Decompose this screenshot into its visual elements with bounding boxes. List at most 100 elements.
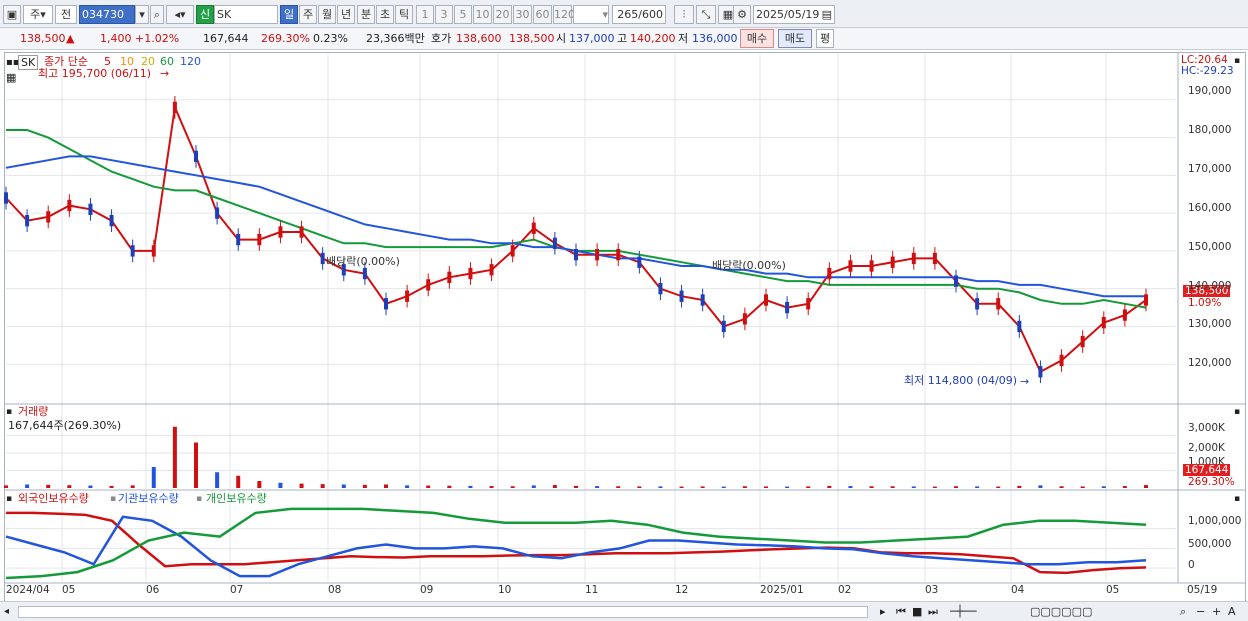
interval-60[interactable]: 60	[533, 5, 552, 24]
minus-icon[interactable]: −	[1196, 605, 1205, 618]
up-arrow-icon: ▲	[66, 32, 75, 45]
bid-value: 138,600	[456, 32, 502, 45]
speaker-icon[interactable]: ◂▾	[166, 5, 194, 24]
low-note: 최저 114,800 (04/09)	[904, 374, 1018, 387]
candle-icon[interactable]: ⫶	[674, 5, 694, 24]
bid-label: 호가	[431, 32, 452, 45]
price-tick: 190,000	[1188, 85, 1232, 97]
x-tick: 12	[675, 584, 689, 596]
volume-tick: 2,000K	[1188, 442, 1225, 454]
last-icon[interactable]: ⏭	[928, 605, 938, 618]
market-label: 주	[30, 8, 41, 21]
x-tick: 05/19	[1187, 584, 1218, 596]
avg-button[interactable]: 평	[816, 29, 834, 48]
font-icon[interactable]: A	[1228, 605, 1236, 618]
interval-120[interactable]: 120	[553, 5, 575, 24]
volume-value: 167,644	[203, 32, 249, 45]
low-value: 136,000	[692, 32, 738, 45]
open-value: 137,000	[569, 32, 615, 45]
holdings-tick: 1,000,000	[1188, 515, 1242, 527]
calendar-icon[interactable]: ▤	[822, 6, 834, 23]
scroll-track[interactable]	[18, 606, 868, 618]
tab-month[interactable]: 월	[318, 5, 336, 24]
x-tick: 09	[420, 584, 434, 596]
interval-5[interactable]: 5	[454, 5, 472, 24]
price-tick: 130,000	[1188, 318, 1232, 330]
chevron-down-icon[interactable]: ▾	[135, 5, 149, 24]
tab-year[interactable]: 년	[337, 5, 355, 24]
chart-type-icon[interactable]: ▦	[6, 71, 16, 84]
tab-tick[interactable]: 틱	[395, 5, 413, 24]
interval-3[interactable]: 3	[435, 5, 453, 24]
holdings-tick: 0	[1188, 559, 1195, 571]
tab-minute[interactable]: 분	[357, 5, 375, 24]
ask-value: 138,500	[509, 32, 555, 45]
gear-icon[interactable]: ⚙	[733, 5, 751, 24]
x-tick: 05	[62, 584, 76, 596]
count-value: 265	[617, 8, 639, 21]
interval-10[interactable]: 10	[473, 5, 492, 24]
new-badge: 신	[196, 5, 214, 24]
volume-badge: 167,644	[1183, 464, 1231, 476]
price-tick: 180,000	[1188, 124, 1232, 136]
x-tick: 07	[230, 584, 244, 596]
sell-button[interactable]: 매도	[778, 29, 812, 48]
window-icon[interactable]: ▣	[3, 5, 21, 24]
tab-day[interactable]: 일	[280, 5, 298, 24]
tab-week[interactable]: 주	[299, 5, 317, 24]
tab-second[interactable]: 초	[376, 5, 394, 24]
x-tick: 05	[1106, 584, 1120, 596]
scroll-left-icon[interactable]: ◂	[4, 605, 9, 618]
market-select[interactable]: 주▾	[23, 5, 53, 24]
interval-input[interactable]: ▾	[573, 5, 609, 24]
panel-close-icon[interactable]: ▪	[1234, 406, 1240, 419]
crosshair-icon[interactable]: ⤡	[696, 5, 716, 24]
price-tick: 140,000	[1188, 280, 1232, 292]
price-value: 138,500	[20, 32, 66, 45]
ma-60-label: 60	[160, 55, 174, 68]
price-tick: 120,000	[1188, 357, 1232, 369]
price-tick: 160,000	[1188, 202, 1232, 214]
foreign-holdings-label: 외국인보유수량	[18, 492, 89, 505]
chart-frame	[4, 52, 1246, 602]
first-icon[interactable]: ⏮	[896, 605, 906, 618]
stop-icon[interactable]: ■	[912, 605, 922, 618]
x-tick: 08	[328, 584, 342, 596]
high-value: 140,200	[630, 32, 676, 45]
symbol-label[interactable]: SK	[18, 55, 39, 70]
buy-button[interactable]: 매수	[740, 29, 774, 48]
scroll-bar[interactable]: ◂ ▸ ⏮ ■ ⏭ ─┼── ▢▢▢▢▢▢ ⌕ − + A	[0, 601, 1248, 621]
stock-name-field[interactable]: SK	[214, 5, 278, 24]
layout-icons[interactable]: ▢▢▢▢▢▢	[1030, 605, 1092, 618]
interval-30[interactable]: 30	[513, 5, 532, 24]
interval-1[interactable]: 1	[416, 5, 434, 24]
panel-close-icon[interactable]: ▪	[1234, 493, 1240, 506]
panel-close-icon[interactable]: ▪	[1234, 55, 1240, 68]
plus-icon[interactable]: +	[1212, 605, 1221, 618]
amount-value: 23,366백만	[366, 32, 425, 45]
volume-value-label: 167,644주(269.30%)	[8, 419, 122, 432]
date-field[interactable]: 2025/05/19 ▤	[753, 5, 835, 24]
count-field[interactable]: 265/600	[612, 5, 666, 24]
scroll-right-icon[interactable]: ▸	[880, 605, 886, 618]
institution-holdings-label: 기관보유수량	[118, 492, 179, 505]
zoom-slider-icon[interactable]: ─┼──	[950, 605, 977, 618]
x-tick: 02	[838, 584, 852, 596]
volume-title: 거래량	[18, 405, 49, 418]
zoom-icon[interactable]: ⌕	[1180, 605, 1186, 618]
code-input[interactable]: 034730	[79, 5, 135, 24]
holdings-icon: ▪	[6, 494, 13, 504]
ma-120-label: 120	[180, 55, 201, 68]
count-total: /600	[638, 8, 663, 21]
price-tick: 150,000	[1188, 241, 1232, 253]
period-button[interactable]: 전	[55, 5, 77, 24]
x-tick: 06	[146, 584, 160, 596]
volume-icon: ▪	[6, 407, 13, 417]
volume-ratio: 269.30%	[261, 32, 310, 45]
search-icon[interactable]: ⌕	[150, 5, 164, 24]
interval-20[interactable]: 20	[493, 5, 512, 24]
current-pct: 1.09%	[1188, 297, 1222, 309]
change-pct: +1.02%	[135, 32, 180, 45]
high-label: 고	[617, 32, 628, 45]
open-label: 시	[556, 32, 567, 45]
